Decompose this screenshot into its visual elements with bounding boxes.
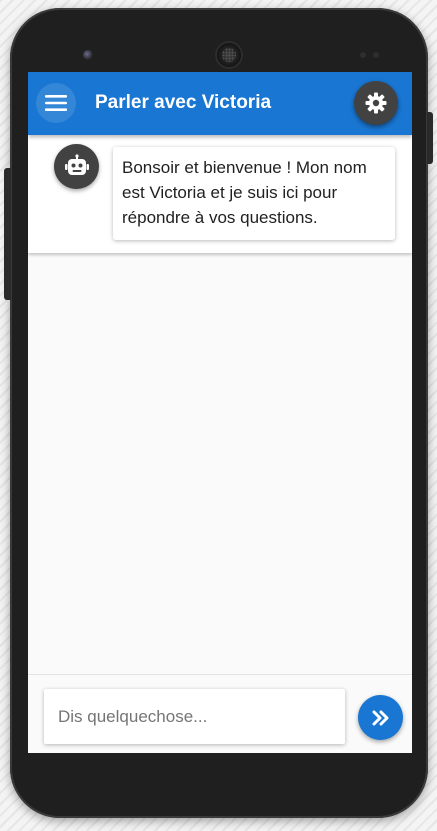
- bot-avatar: [54, 144, 99, 189]
- message-composer: [28, 674, 412, 753]
- settings-button[interactable]: [354, 81, 398, 125]
- bot-message-bubble: Bonsoir et bienvenue ! Mon nom est Victo…: [113, 147, 395, 240]
- chat-message-list: Bonsoir et bienvenue ! Mon nom est Victo…: [28, 135, 412, 253]
- send-button[interactable]: [358, 695, 403, 740]
- app-bar: Parler avec Victoria: [28, 72, 412, 135]
- message-input[interactable]: [44, 689, 345, 744]
- app-screen: Parler avec Victoria Bonsoir et bienvenu…: [28, 72, 412, 753]
- gear-icon: [365, 92, 387, 114]
- power-button: [427, 112, 433, 164]
- volume-button: [4, 168, 11, 300]
- menu-button[interactable]: [36, 83, 76, 123]
- proximity-sensor: [360, 52, 366, 58]
- double-chevron-right-icon: [372, 710, 388, 725]
- robot-icon: [64, 153, 89, 175]
- light-sensor: [373, 52, 379, 58]
- earpiece-speaker: [217, 43, 241, 67]
- front-camera-lens: [83, 50, 93, 60]
- menu-icon: [45, 95, 67, 111]
- page-title: Parler avec Victoria: [95, 92, 272, 113]
